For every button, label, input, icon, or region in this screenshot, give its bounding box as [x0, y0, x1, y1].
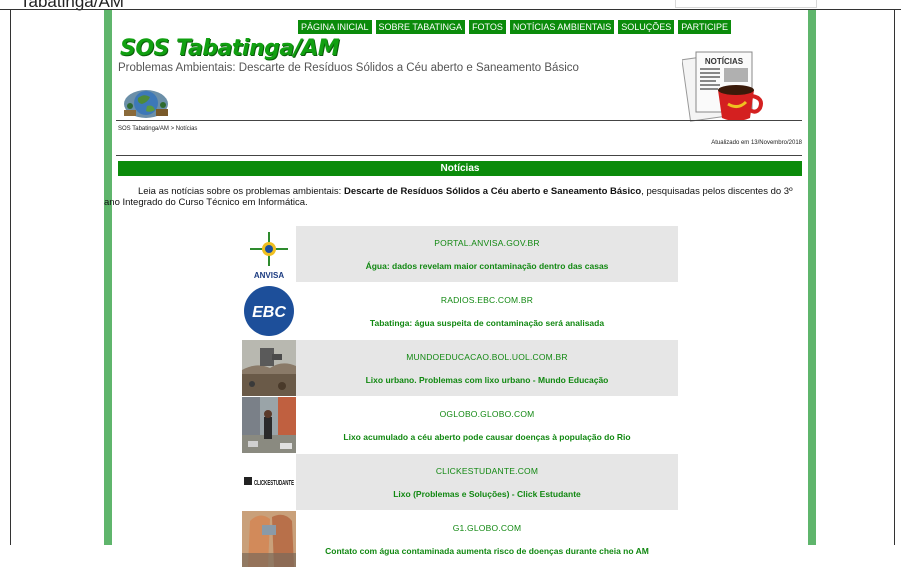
news-item: OGLOBO.GLOBO.COM Lixo acumulado a céu ab…: [242, 397, 678, 453]
anvisa-logo-icon[interactable]: ANVISA: [242, 226, 296, 282]
news-item: CLICKESTUDANTE CLICKESTUDANTE.COM Lixo (…: [242, 454, 678, 510]
news-item: EBC RADIOS.EBC.COM.BR Tabatinga: água su…: [242, 283, 678, 339]
left-border: [10, 9, 11, 545]
intro-text: Leia as notícias sobre os problemas ambi…: [104, 186, 804, 208]
news-domain[interactable]: CLICKESTUDANTE.COM: [296, 466, 678, 476]
news-card[interactable]: PORTAL.ANVISA.GOV.BR Água: dados revelam…: [296, 226, 678, 282]
section-title: Notícias: [118, 161, 802, 176]
news-domain[interactable]: MUNDOEDUCACAO.BOL.UOL.COM.BR: [296, 352, 678, 362]
news-domain[interactable]: G1.GLOBO.COM: [296, 523, 678, 533]
nav-sobre-tabatinga[interactable]: SOBRE TABATINGA: [375, 20, 466, 34]
breadcrumb[interactable]: SOS Tabatinga/AM > Notícias: [118, 126, 197, 132]
newspaper-coffee-icon: NOTÍCIAS: [682, 51, 763, 122]
ebc-logo-icon[interactable]: EBC: [242, 283, 296, 339]
news-list: ANVISA PORTAL.ANVISA.GOV.BR Água: dados …: [242, 226, 678, 568]
intro-before: Leia as notícias sobre os problemas ambi…: [138, 186, 344, 197]
news-headline[interactable]: Lixo urbano. Problemas com lixo urbano -…: [296, 375, 678, 385]
landfill-photo[interactable]: [242, 340, 296, 396]
news-item: ANVISA PORTAL.ANVISA.GOV.BR Água: dados …: [242, 226, 678, 282]
news-domain[interactable]: PORTAL.ANVISA.GOV.BR: [296, 238, 678, 248]
anvisa-logo-text: ANVISA: [254, 271, 284, 280]
flood-photo[interactable]: [242, 511, 296, 567]
news-card[interactable]: G1.GLOBO.COM Contato com água contaminad…: [296, 511, 678, 567]
header-divider: [116, 120, 802, 121]
news-headline[interactable]: Tabatinga: água suspeita de contaminação…: [296, 318, 678, 328]
news-headline[interactable]: Lixo (Problemas e Soluções) - Click Estu…: [296, 489, 678, 499]
news-card[interactable]: OGLOBO.GLOBO.COM Lixo acumulado a céu ab…: [296, 397, 678, 453]
news-headline[interactable]: Lixo acumulado a céu aberto pode causar …: [296, 432, 678, 442]
ebc-logo-text: EBC: [252, 304, 286, 321]
nav-participe[interactable]: PARTICIPE: [678, 20, 731, 34]
nav-pagina-inicial[interactable]: PÁGINA INICIAL: [298, 20, 372, 34]
globe-logo-icon: [124, 90, 168, 118]
last-updated: Atualizado em 13/Novembro/2018: [711, 140, 802, 146]
news-domain[interactable]: RADIOS.EBC.COM.BR: [296, 295, 678, 305]
news-item: G1.GLOBO.COM Contato com água contaminad…: [242, 511, 678, 567]
site-subtitle: Problemas Ambientais: Descarte de Resídu…: [118, 62, 579, 74]
address-box: [675, 0, 817, 8]
news-card[interactable]: MUNDOEDUCACAO.BOL.UOL.COM.BR Lixo urbano…: [296, 340, 678, 396]
right-border: [894, 9, 895, 545]
news-domain[interactable]: OGLOBO.GLOBO.COM: [296, 409, 678, 419]
news-headline[interactable]: Contato com água contaminada aumenta ris…: [296, 546, 678, 556]
news-badge-text: NOTÍCIAS: [705, 57, 744, 66]
news-headline[interactable]: Água: dados revelam maior contaminação d…: [296, 261, 678, 271]
news-card[interactable]: RADIOS.EBC.COM.BR Tabatinga: água suspei…: [296, 283, 678, 339]
section-divider: [116, 155, 802, 156]
clickestudante-logo-text: CLICKESTUDANTE: [254, 478, 294, 487]
news-item: MUNDOEDUCACAO.BOL.UOL.COM.BR Lixo urbano…: [242, 340, 678, 396]
news-card[interactable]: CLICKESTUDANTE.COM Lixo (Problemas e Sol…: [296, 454, 678, 510]
clickestudante-logo-icon[interactable]: CLICKESTUDANTE: [242, 454, 296, 510]
nav-fotos[interactable]: FOTOS: [469, 20, 506, 34]
page-content: PÁGINA INICIAL SOBRE TABATINGA FOTOS NOT…: [104, 10, 808, 567]
site-title[interactable]: SOS Tabatinga/AM: [120, 36, 340, 61]
nav-noticias-ambientais[interactable]: NOTÍCIAS AMBIENTAIS: [509, 20, 615, 34]
main-nav: PÁGINA INICIAL SOBRE TABATINGA FOTOS NOT…: [298, 20, 731, 34]
nav-solucoes[interactable]: SOLUÇÕES: [618, 20, 675, 34]
intro-bold: Descarte de Resíduos Sólidos a Céu abert…: [343, 186, 642, 197]
street-garbage-photo[interactable]: [242, 397, 296, 453]
